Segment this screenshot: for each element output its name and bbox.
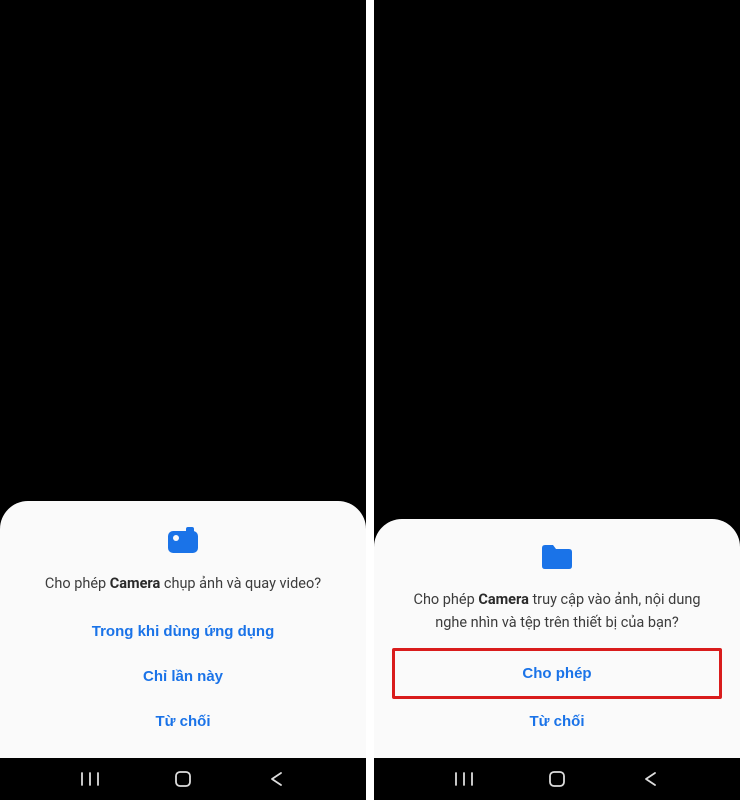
dark-background [374,0,740,519]
permission-question: Cho phép Camera truy cập vào ảnh, nội du… [392,589,722,634]
permission-prefix: Cho phép [45,575,110,592]
permission-prefix: Cho phép [414,591,479,608]
phone-left: Cho phép Camera chụp ảnh và quay video? … [0,0,366,800]
permission-question: Cho phép Camera chụp ảnh và quay video? [39,573,327,595]
folder-icon [542,545,572,573]
permission-dialog-storage: Cho phép Camera truy cập vào ảnh, nội du… [374,519,740,758]
permission-dialog-camera: Cho phép Camera chụp ảnh và quay video? … [0,501,366,758]
back-button[interactable] [265,768,287,790]
home-button[interactable] [546,768,568,790]
phone-right: Cho phép Camera truy cập vào ảnh, nội du… [374,0,740,800]
deny-button[interactable]: Từ chối [392,699,722,744]
app-name: Camera [110,575,160,592]
navigation-bar [374,758,740,800]
permission-suffix: chụp ảnh và quay video? [160,575,321,592]
while-using-button[interactable]: Trong khi dùng ứng dụng [18,609,348,654]
recents-button[interactable] [453,768,475,790]
home-button[interactable] [172,768,194,790]
back-button[interactable] [639,768,661,790]
dark-background [0,0,366,501]
deny-button[interactable]: Từ chối [18,699,348,744]
camera-icon [168,527,198,557]
app-name: Camera [478,591,528,608]
recents-button[interactable] [79,768,101,790]
allow-button[interactable]: Cho phép [392,648,722,699]
only-this-time-button[interactable]: Chỉ lần này [18,654,348,699]
navigation-bar [0,758,366,800]
